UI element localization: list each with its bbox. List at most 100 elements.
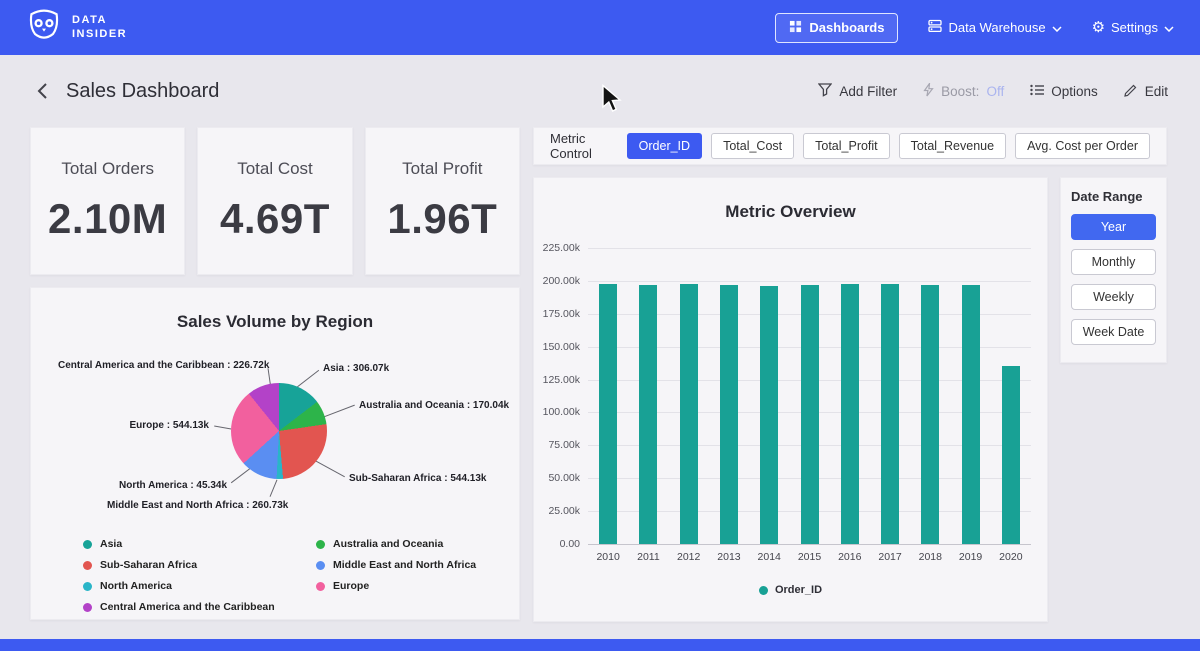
data-warehouse-menu[interactable]: Data Warehouse [928,19,1061,36]
pie-legend-item-europe[interactable]: Europe [316,580,519,592]
legend-dot [83,561,92,570]
bar-2017[interactable] [881,284,899,544]
back-button[interactable] [32,80,52,102]
y-tick-label: 175.00k [543,308,580,320]
gridline [588,544,1031,545]
bar-2018[interactable] [921,285,939,544]
legend-label: Australia and Oceania [333,538,443,550]
pie-legend-item-sub-saharan-africa[interactable]: Sub-Saharan Africa [83,559,316,571]
pie-legend-item-australia-and-oceania[interactable]: Australia and Oceania [316,538,519,550]
chevron-down-icon [1164,20,1174,35]
grid-icon [789,20,802,36]
legend-dot [316,561,325,570]
main-content: Total Orders 2.10M Total Cost 4.69T Tota… [0,127,1200,622]
legend-label: Asia [100,538,122,550]
bar-2016[interactable] [841,284,859,544]
kpi-total-cost: Total Cost 4.69T [197,127,352,275]
x-tick-label: 2020 [999,551,1022,563]
options-button[interactable]: Options [1030,84,1098,99]
metric-button-total-cost[interactable]: Total_Cost [711,133,794,159]
pie[interactable] [231,383,327,479]
pie-label-middle-east-and-north-africa: Middle East and North Africa : 260.73k [107,500,288,511]
pie-legend-item-north-america[interactable]: North America [83,580,316,592]
metric-button-total-revenue[interactable]: Total_Revenue [899,133,1006,159]
pie-label-sub-saharan-africa: Sub-Saharan Africa : 544.13k [349,473,486,484]
bar-2015[interactable] [801,285,819,544]
metric-button-total-profit[interactable]: Total_Profit [803,133,890,159]
bar-2010[interactable] [599,284,617,544]
bar-2014[interactable] [760,286,778,545]
gridline [588,248,1031,249]
bar-2011[interactable] [639,285,657,544]
legend-label: Sub-Saharan Africa [100,559,197,571]
x-tick-label: 2010 [596,551,619,563]
metric-control: Metric Control Order_IDTotal_CostTotal_P… [533,127,1167,165]
metric-button-order-id[interactable]: Order_ID [627,133,702,159]
bar-2020[interactable] [1002,366,1020,544]
gridline [588,281,1031,282]
y-tick-label: 200.00k [543,275,580,287]
pie-chart-title: Sales Volume by Region [31,312,519,332]
funnel-icon [818,83,832,100]
sales-volume-card: Sales Volume by Region Asia : 306.07kA [30,287,520,620]
y-tick-label: 125.00k [543,374,580,386]
page-title: Sales Dashboard [66,80,219,103]
bar-chart-title: Metric Overview [534,202,1047,222]
boost-state: Off [986,84,1004,99]
settings-menu[interactable]: ⚙ Settings [1092,20,1174,35]
metric-button-avg-cost-per-order[interactable]: Avg. Cost per Order [1015,133,1150,159]
y-axis: 225.00k200.00k175.00k150.00k125.00k100.0… [542,248,588,544]
y-tick-label: 150.00k [543,341,580,353]
pie-label-australia-and-oceania: Australia and Oceania : 170.04k [359,400,509,411]
date-range-button-weekly[interactable]: Weekly [1071,284,1156,310]
dashboards-button[interactable]: Dashboards [775,13,898,43]
legend-dot [316,582,325,591]
edit-button[interactable]: Edit [1124,83,1168,100]
add-filter-button[interactable]: Add Filter [818,83,897,100]
y-tick-label: 225.00k [543,242,580,254]
settings-label: Settings [1111,20,1158,35]
kpi-row: Total Orders 2.10M Total Cost 4.69T Tota… [30,127,520,275]
x-tick-label: 2015 [798,551,821,563]
pie-legend-item-central-america-and-the-caribbean[interactable]: Central America and the Caribbean [83,601,316,613]
pencil-icon [1124,83,1138,100]
x-tick-label: 2019 [959,551,982,563]
legend-dot [316,540,325,549]
legend-label: North America [100,580,172,592]
metric-buttons: Order_ID Total_Cost Total_Profit Total_Reve… [627,133,1150,159]
legend-label: Europe [333,580,369,592]
kpi-total-orders: Total Orders 2.10M [30,127,185,275]
date-range-button-week-date[interactable]: Week Date [1071,319,1156,345]
kpi-total-profit: Total Profit 1.96T [365,127,520,275]
pie-label-north-america: North America : 45.34k [119,480,227,491]
y-tick-label: 75.00k [548,439,580,451]
brand: DATA INSIDER [26,7,127,48]
pie-legend-item-middle-east-and-north-africa[interactable]: Middle East and North Africa [316,559,519,571]
legend-dot [83,582,92,591]
x-tick-label: 2018 [919,551,942,563]
legend-dot [759,586,768,595]
kpi-value: 4.69T [220,195,330,243]
pie-label-europe: Europe : 544.13k [130,420,209,431]
date-range-button-monthly[interactable]: Monthly [1071,249,1156,275]
bar-2019[interactable] [962,285,980,544]
x-tick-label: 2017 [878,551,901,563]
boost-icon [923,83,934,100]
kpi-label: Total Profit [402,159,482,179]
legend-label: Central America and the Caribbean [100,601,275,613]
y-tick-label: 50.00k [548,472,580,484]
x-tick-label: 2014 [758,551,781,563]
x-tick-label: 2013 [717,551,740,563]
bar-2012[interactable] [680,284,698,544]
date-range-button-year[interactable]: Year [1071,214,1156,240]
x-tick-label: 2016 [838,551,861,563]
bar-2013[interactable] [720,285,738,544]
data-warehouse-label: Data Warehouse [948,20,1045,35]
boost-toggle[interactable]: Boost: Off [923,83,1004,100]
legend-dot [83,540,92,549]
pie-legend-item-asia[interactable]: Asia [83,538,316,550]
kpi-value: 2.10M [48,195,167,243]
date-range-panel: Date Range YearMonthlyWeeklyWeek Date [1060,177,1167,363]
pie-legend: Asia Australia and Oceania Sub-Saharan Afr… [83,538,519,613]
gear-icon: ⚙ [1092,20,1105,35]
